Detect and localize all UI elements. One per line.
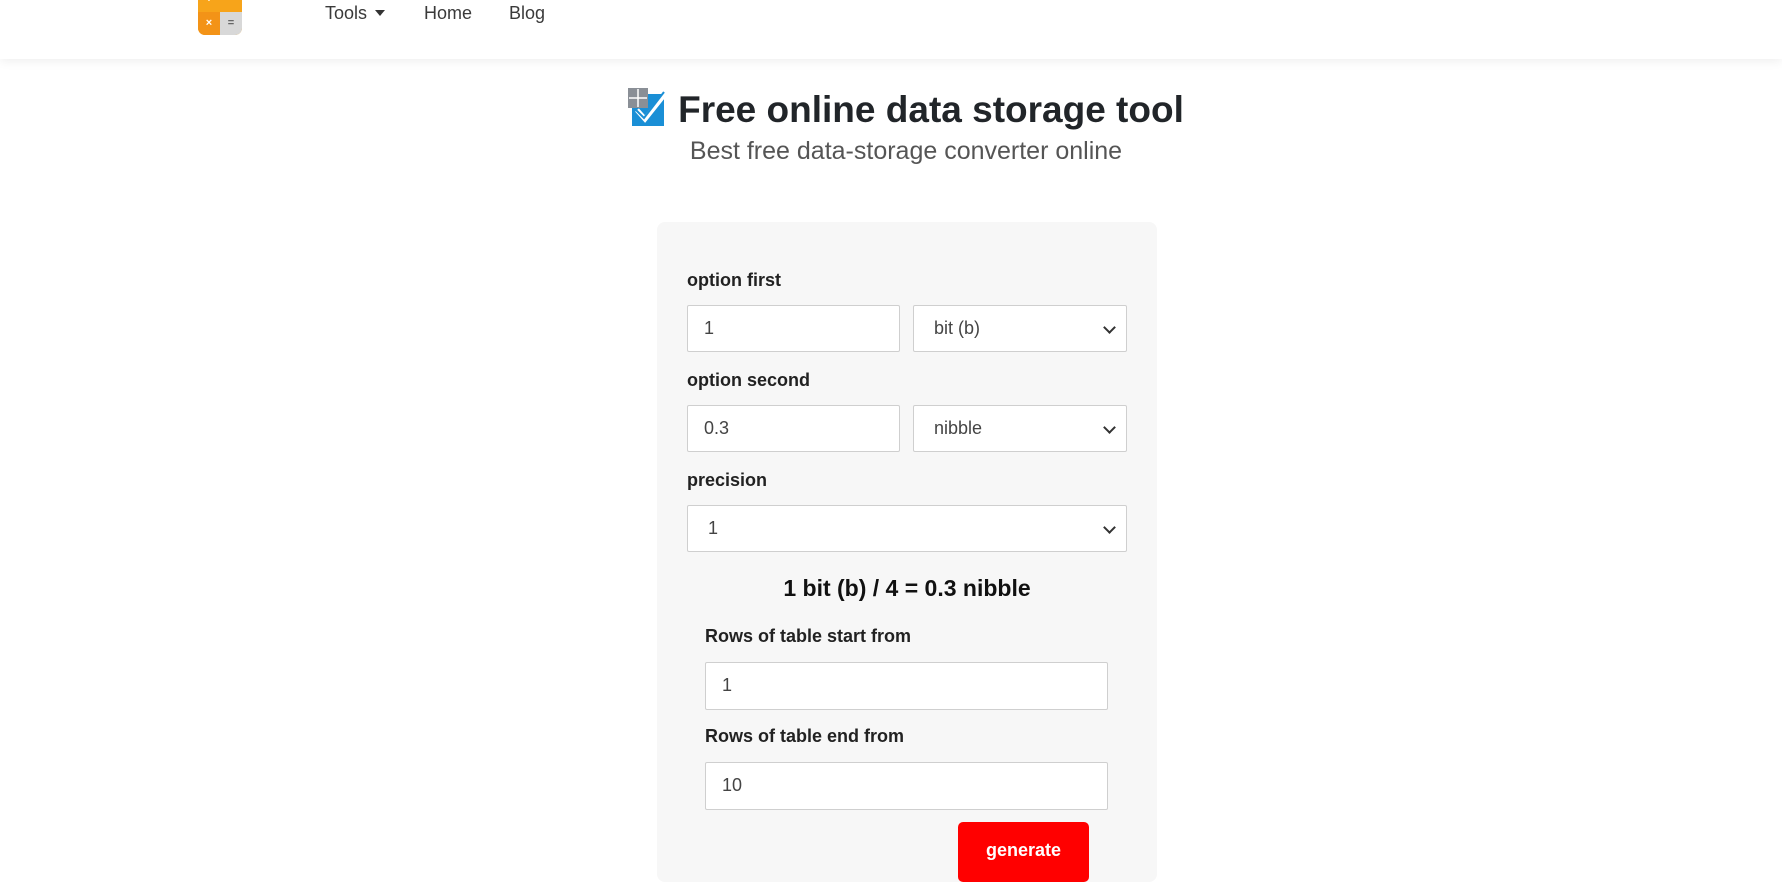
option-second-input[interactable]: 0.3 <box>687 405 900 452</box>
page-title-row: Free online data storage tool <box>0 88 1782 131</box>
nav-blog-link[interactable]: Blog <box>509 0 545 26</box>
conversion-result: 1 bit (b) / 4 = 0.3 nibble <box>783 575 1031 601</box>
precision-select[interactable]: 1 <box>687 505 1127 552</box>
logo-minus: − <box>220 0 242 12</box>
precision-value: 1 <box>708 518 719 538</box>
rows-end-label: Rows of table end from <box>705 726 905 746</box>
nav-tools-dropdown[interactable]: Tools <box>325 0 386 26</box>
option-first-unit-select[interactable]: bit (b) <box>913 305 1127 352</box>
chevron-down-icon <box>1103 421 1116 434</box>
rows-start-label: Rows of table start from <box>705 626 912 646</box>
calculator-logo-icon[interactable]: + − × = <box>198 0 242 35</box>
converter-card: option first 1 bit (b) option second 0.3… <box>657 222 1157 882</box>
nav-tools-label: Tools <box>325 3 368 23</box>
chevron-down-icon <box>1103 521 1116 534</box>
logo-equals: = <box>220 11 242 35</box>
option-second-label: option second <box>687 370 810 390</box>
checklist-icon <box>628 88 668 126</box>
logo-plus: + <box>198 0 220 12</box>
option-second-unit-select[interactable]: nibble <box>913 405 1127 452</box>
precision-label: precision <box>687 470 768 490</box>
generate-button[interactable]: generate <box>958 822 1089 882</box>
logo-times: × <box>198 11 220 35</box>
nav-home-link[interactable]: Home <box>424 0 472 26</box>
caret-down-icon <box>375 10 386 16</box>
rows-start-input[interactable]: 1 <box>705 662 1108 710</box>
page-subtitle: Best free data-storage converter online <box>689 137 1123 165</box>
option-first-input[interactable]: 1 <box>687 305 900 352</box>
page-title: Free online data storage tool <box>678 89 1184 130</box>
option-first-label: option first <box>687 270 781 290</box>
option-first-unit-value: bit (b) <box>934 318 981 338</box>
option-second-unit-value: nibble <box>934 418 983 438</box>
chevron-down-icon <box>1103 321 1116 334</box>
top-navbar: + − × = Tools Home Blog <box>0 0 1782 59</box>
rows-end-input[interactable]: 10 <box>705 762 1108 810</box>
